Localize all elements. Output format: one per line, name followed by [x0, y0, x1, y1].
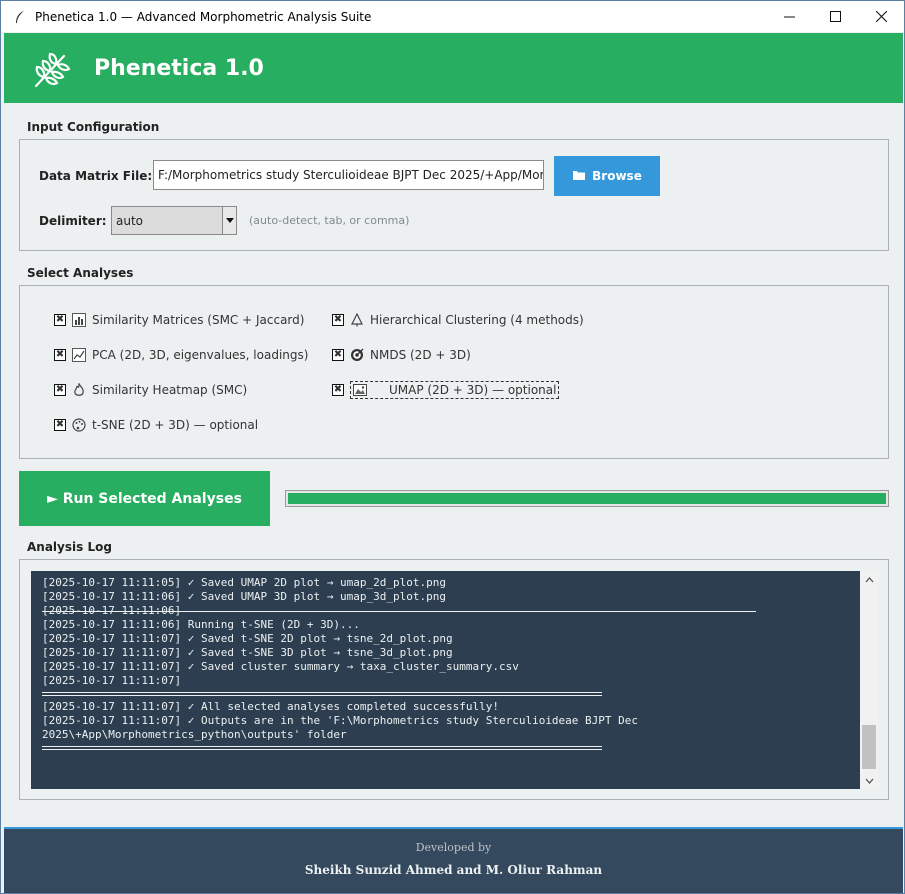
checkbox-mark[interactable]: ✖	[332, 349, 344, 361]
checkbox-mark[interactable]: ✖	[54, 419, 66, 431]
leaf-icon	[30, 46, 74, 90]
browse-label: Browse	[592, 169, 642, 183]
progress-bar	[285, 490, 889, 507]
checkbox-nmds[interactable]: ✖ NMDS (2D + 3D)	[332, 348, 471, 362]
browse-button[interactable]: Browse	[554, 156, 660, 196]
chevron-down-icon[interactable]	[222, 207, 236, 234]
target-icon	[350, 348, 364, 362]
checkbox-label: Similarity Matrices (SMC + Jaccard)	[92, 313, 305, 327]
analysis-log-text[interactable]: [2025-10-17 11:11:05] ✓ Saved UMAP 2D pl…	[31, 571, 860, 789]
chevron-up-icon[interactable]	[860, 571, 878, 588]
analyses-group	[19, 285, 889, 459]
flame-icon	[72, 383, 86, 397]
data-file-input[interactable]: F:/Morphometrics study Sterculioideae BJ…	[153, 160, 544, 190]
data-file-label: Data Matrix File:	[39, 169, 153, 183]
checkbox-tsne[interactable]: ✖ t-SNE (2D + 3D) — optional	[54, 418, 258, 432]
checkbox-label: UMAP (2D + 3D) — optional	[389, 383, 557, 397]
app-brand-title: Phenetica 1.0	[94, 55, 264, 81]
feather-icon	[13, 10, 27, 24]
checkbox-mark[interactable]: ✖	[54, 314, 66, 326]
log-lines: [2025-10-17 11:11:07] ✓ All selected ana…	[42, 700, 639, 741]
checkbox-label: t-SNE (2D + 3D) — optional	[92, 418, 259, 432]
scrollbar-thumb[interactable]	[862, 725, 876, 769]
checkbox-umap[interactable]: ✖ UMAP (2D + 3D) — optional	[332, 381, 560, 399]
analysis-log-heading: Analysis Log	[27, 540, 112, 554]
maximize-button[interactable]	[812, 1, 858, 32]
run-analyses-button[interactable]: ► Run Selected Analyses	[19, 471, 270, 526]
checkbox-mark[interactable]: ✖	[332, 314, 344, 326]
delimiter-select[interactable]: auto	[111, 206, 237, 235]
log-separator	[42, 695, 602, 696]
focus-outline: UMAP (2D + 3D) — optional	[350, 381, 560, 399]
checkbox-pca[interactable]: ✖ PCA (2D, 3D, eigenvalues, loadings)	[54, 348, 308, 362]
delimiter-hint: (auto-detect, tab, or comma)	[249, 214, 410, 227]
app-window: Phenetica 1.0 — Advanced Morphometric An…	[0, 0, 905, 894]
checkbox-mark[interactable]: ✖	[54, 349, 66, 361]
close-button[interactable]	[858, 1, 904, 32]
tree-icon	[350, 313, 364, 327]
checkbox-mark[interactable]: ✖	[54, 384, 66, 396]
bar-chart-icon	[72, 313, 86, 327]
delimiter-value: auto	[116, 213, 144, 228]
app-header: Phenetica 1.0	[4, 33, 903, 103]
delimiter-label: Delimiter:	[39, 214, 107, 228]
minimize-button[interactable]	[766, 1, 812, 32]
line-chart-icon	[72, 348, 86, 362]
log-lines: [2025-10-17 11:11:06] Running t-SNE (2D …	[42, 618, 519, 687]
checkbox-label: Hierarchical Clustering (4 methods)	[370, 313, 584, 327]
developed-by-label: Developed by	[415, 841, 492, 854]
checkbox-similarity-heatmap[interactable]: ✖ Similarity Heatmap (SMC)	[54, 383, 247, 397]
title-bar[interactable]: Phenetica 1.0 — Advanced Morphometric An…	[1, 1, 904, 32]
log-separator	[42, 749, 602, 750]
log-separator	[42, 692, 602, 693]
progress-fill	[288, 493, 886, 504]
checkbox-label: PCA (2D, 3D, eigenvalues, loadings)	[92, 348, 309, 362]
window-title: Phenetica 1.0 — Advanced Morphometric An…	[35, 9, 372, 24]
checkbox-hierarchical-clustering[interactable]: ✖ Hierarchical Clustering (4 methods)	[332, 313, 584, 327]
map-icon	[353, 383, 367, 397]
palette-icon	[72, 418, 86, 432]
app-footer: Developed by Sheikh Sunzid Ahmed and M. …	[4, 827, 903, 893]
authors-label: Sheikh Sunzid Ahmed and M. Oliur Rahman	[304, 863, 603, 877]
checkbox-label: Similarity Heatmap (SMC)	[92, 383, 248, 397]
log-separator	[42, 746, 602, 747]
select-analyses-heading: Select Analyses	[27, 266, 134, 280]
checkbox-similarity-matrices[interactable]: ✖ Similarity Matrices (SMC + Jaccard)	[54, 313, 304, 327]
chevron-down-icon[interactable]	[860, 772, 878, 789]
checkbox-mark[interactable]: ✖	[332, 384, 344, 396]
checkbox-label: NMDS (2D + 3D)	[370, 348, 471, 362]
input-config-heading: Input Configuration	[27, 120, 160, 134]
folder-icon	[572, 169, 586, 184]
log-scrollbar[interactable]	[860, 571, 878, 789]
